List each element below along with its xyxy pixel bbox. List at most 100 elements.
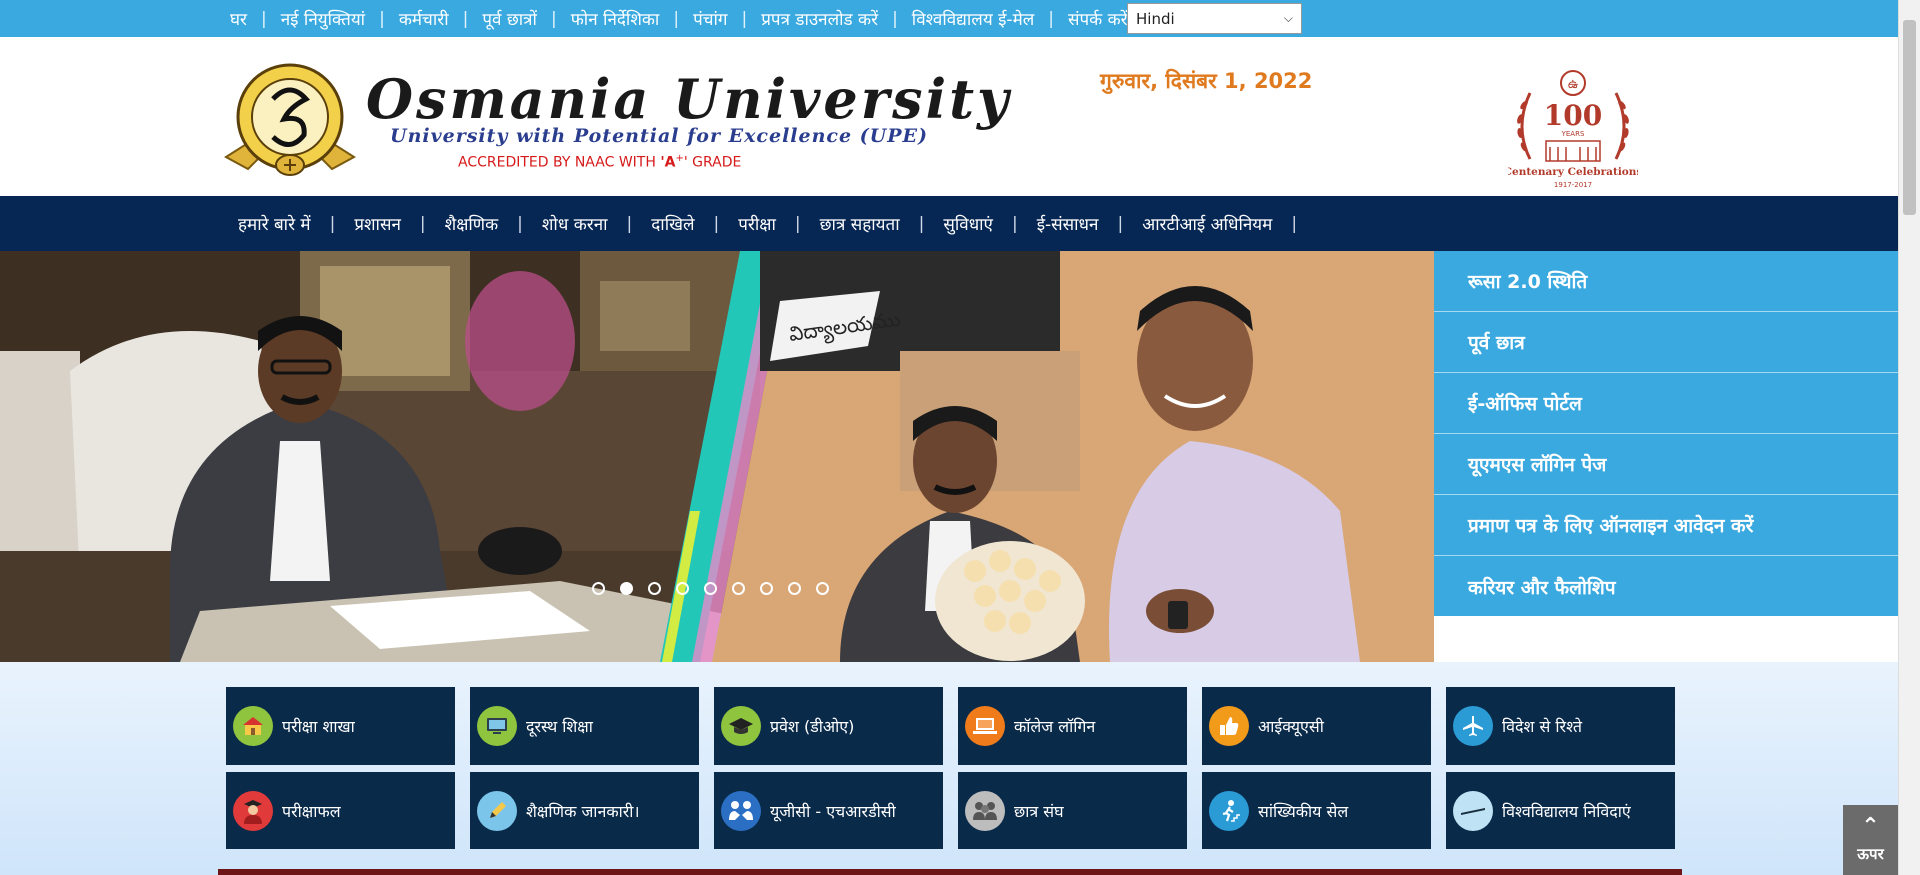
tile-label: आईक्यूएसी [1258, 717, 1324, 736]
language-select[interactable]: Hindi ⌵ [1127, 3, 1302, 34]
scrollbar-thumb[interactable] [1903, 20, 1916, 215]
nav-about-us[interactable]: हमारे बारे में [228, 212, 321, 235]
top-link-calendar[interactable]: पंचांग [685, 7, 735, 30]
svg-text:YEARS: YEARS [1561, 130, 1585, 138]
nav-rti-act[interactable]: आरटीआई अधिनियम [1132, 212, 1282, 235]
group-icon [965, 790, 1005, 831]
hero-slider[interactable]: విద్యాలయము [0, 251, 1434, 662]
top-link-recruitments[interactable]: नई नियुक्तियां [273, 7, 373, 30]
quick-link-ums-login[interactable]: यूएमएस लॉगिन पेज [1434, 434, 1898, 495]
page-scrollbar[interactable] [1898, 0, 1920, 875]
tile-label: दूरस्थ शिक्षा [526, 717, 593, 736]
minus-bar-icon [1453, 790, 1493, 831]
back-to-top-label: ऊपर [1857, 845, 1884, 863]
service-tiles: परीक्षा शाखा दूरस्थ शिक्षा प्रवेश (डीओए)… [226, 687, 1675, 849]
tile-label: छात्र संघ [1014, 801, 1064, 821]
quick-links-panel: रूसा 2.0 स्थिति पूर्व छात्र ई-ऑफिस पोर्ट… [1434, 251, 1898, 616]
nav-student-support[interactable]: छात्र सहायता [810, 212, 910, 235]
main-nav-list: हमारे बारे में | प्रशासन | शैक्षणिक | शोध क… [228, 196, 1306, 251]
school-building-icon [233, 706, 273, 746]
tile-label: शैक्षणिक जानकारी। [526, 801, 640, 821]
slider-dot[interactable] [676, 582, 689, 595]
tile-exam-branch[interactable]: परीक्षा शाखा [226, 687, 455, 765]
quick-link-certificate-application[interactable]: प्रमाण पत्र के लिए ऑनलाइन आवेदन करें [1434, 495, 1898, 556]
top-link-home[interactable]: घर [222, 7, 255, 30]
top-links: घर | नई नियुक्तियां | कर्मचारी | पूर्व छात्… [222, 0, 1153, 37]
university-tagline: University with Potential for Excellence… [390, 125, 928, 147]
quick-link-careers-fellowship[interactable]: करियर और फैलोशिप [1434, 556, 1898, 617]
language-select-value: Hindi [1136, 9, 1175, 28]
nav-admissions[interactable]: दाखिले [641, 212, 704, 235]
tile-student-union[interactable]: छात्र संघ [958, 772, 1187, 849]
tile-label: यूजीसी - एचआरडीसी [770, 801, 896, 821]
top-link-contact[interactable]: संपर्क करें [1060, 7, 1136, 30]
pencil-icon [477, 790, 517, 831]
tile-ugc-hrdc[interactable]: यूजीसी - एचआरडीसी [714, 772, 943, 849]
tile-label: प्रवेश (डीओए) [770, 717, 855, 736]
chevron-down-icon: ⌵ [1283, 11, 1293, 25]
graduate-student-icon [233, 790, 273, 831]
tile-distance-education[interactable]: दूरस्थ शिक्षा [470, 687, 699, 765]
slider-dot-active[interactable] [620, 582, 633, 595]
tile-label: विश्वविद्यालय निविदाएं [1502, 801, 1631, 821]
tile-foreign-relations[interactable]: विदेश से रिश्ते [1446, 687, 1675, 765]
stairs-climb-icon [1209, 790, 1249, 831]
slider-dot[interactable] [592, 582, 605, 595]
tile-iqac[interactable]: आईक्यूएसी [1202, 687, 1431, 765]
airplane-icon [1453, 706, 1493, 746]
centenary-logo: ఉ 100 YEARS Centenary Celebrations 1917-… [1504, 63, 1642, 191]
slider-dot[interactable] [704, 582, 717, 595]
nav-facilities[interactable]: सुविधाएं [933, 212, 1003, 235]
tile-label: परीक्षा शाखा [282, 717, 355, 736]
site-header: Osmania University University with Poten… [0, 37, 1898, 196]
top-link-staff[interactable]: कर्मचारी [391, 7, 457, 30]
thumbs-up-icon [1209, 706, 1249, 746]
slider-dot[interactable] [760, 582, 773, 595]
tile-label: परीक्षाफल [282, 801, 341, 821]
tile-statistical-cell[interactable]: सांख्यिकीय सेल [1202, 772, 1431, 849]
slider-dot[interactable] [816, 582, 829, 595]
chevron-up-icon: ⌃ [1861, 814, 1880, 839]
svg-text:Centenary Celebrations: Centenary Celebrations [1508, 166, 1638, 178]
top-utility-bar: घर | नई नियुक्तियां | कर्मचारी | पूर्व छात्… [0, 0, 1898, 37]
current-date: गुरुवार, दिसंबर 1, 2022 [1100, 69, 1313, 93]
slider-dot[interactable] [788, 582, 801, 595]
tile-university-tenders[interactable]: विश्वविद्यालय निविदाएं [1446, 772, 1675, 849]
quick-link-alumni[interactable]: पूर्व छात्र [1434, 312, 1898, 373]
nav-research[interactable]: शोध करना [532, 212, 618, 235]
top-link-university-email[interactable]: विश्वविद्यालय ई-मेल [904, 7, 1042, 30]
slider-dot[interactable] [732, 582, 745, 595]
nav-e-resources[interactable]: ई-संसाधन [1027, 212, 1109, 235]
tile-college-login[interactable]: कॉलेज लॉगिन [958, 687, 1187, 765]
quick-link-rusa-status[interactable]: रूसा 2.0 स्थिति [1434, 251, 1898, 312]
tile-label: सांख्यिकीय सेल [1258, 801, 1349, 821]
footer-strip [218, 869, 1682, 875]
svg-text:ఉ: ఉ [1568, 77, 1579, 92]
quick-link-e-office-portal[interactable]: ई-ऑफिस पोर्टल [1434, 373, 1898, 434]
tile-results[interactable]: परीक्षाफल [226, 772, 455, 849]
top-link-phone-directory[interactable]: फोन निर्देशिका [563, 7, 668, 30]
naac-accreditation: ACCREDITED BY NAAC WITH 'A+' GRADE [458, 153, 742, 171]
slider-dot[interactable] [648, 582, 661, 595]
top-link-alumni[interactable]: पूर्व छात्रों [474, 7, 545, 30]
tile-academic-info[interactable]: शैक्षणिक जानकारी। [470, 772, 699, 849]
nav-academics[interactable]: शैक्षणिक [435, 212, 509, 235]
top-link-download-forms[interactable]: प्रपत्र डाउनलोड करें [753, 7, 886, 30]
slider-pagination [592, 582, 829, 595]
laptop-icon [965, 706, 1005, 746]
university-name: Osmania University [366, 67, 1012, 131]
tile-label: विदेश से रिश्ते [1502, 717, 1583, 736]
nav-examinations[interactable]: परीक्षा [728, 212, 786, 235]
graduation-cap-icon [721, 706, 761, 746]
people-meeting-icon [721, 790, 761, 831]
svg-text:1917-2017: 1917-2017 [1554, 181, 1592, 189]
university-seal-logo[interactable] [218, 61, 362, 181]
monitor-icon [477, 706, 517, 746]
svg-text:100: 100 [1544, 99, 1602, 132]
tile-label: कॉलेज लॉगिन [1014, 717, 1096, 736]
main-navigation: हमारे बारे में | प्रशासन | शैक्षणिक | शोध क… [0, 196, 1898, 251]
tile-admissions-doa[interactable]: प्रवेश (डीओए) [714, 687, 943, 765]
back-to-top-button[interactable]: ⌃ ऊपर [1843, 805, 1898, 875]
slider-photo: విద్యాలయము [0, 251, 1434, 662]
nav-administration[interactable]: प्रशासन [344, 212, 411, 235]
